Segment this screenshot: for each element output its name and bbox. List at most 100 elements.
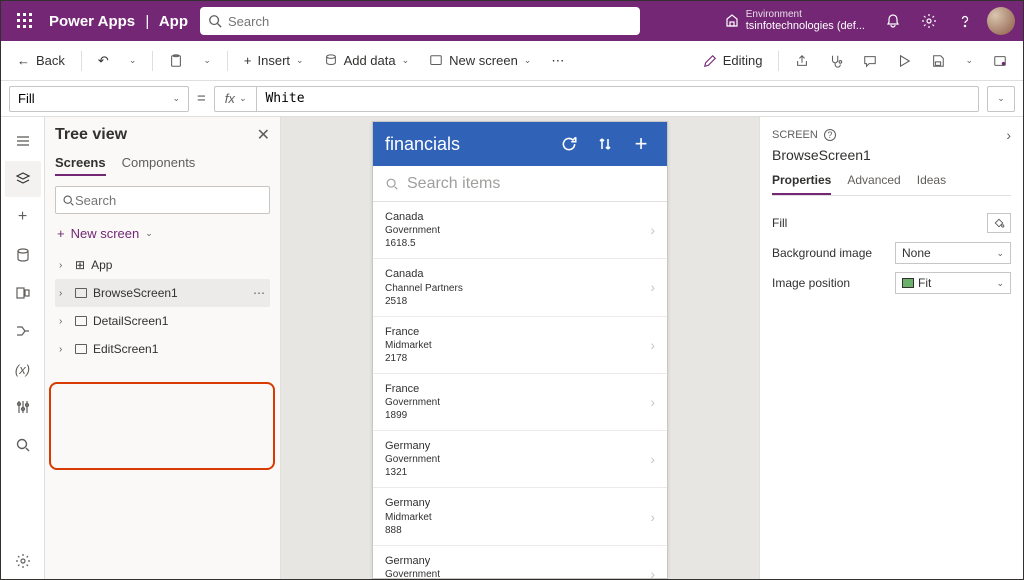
prop-fill-label: Fill [772, 216, 987, 230]
global-search-input[interactable] [228, 14, 632, 29]
more-icon: ⋯ [551, 53, 564, 69]
gear-icon [15, 553, 31, 569]
more-icon[interactable]: ⋯ [253, 286, 266, 300]
fx-label[interactable]: fx⌄ [215, 87, 258, 111]
screen-icon [75, 316, 87, 326]
undo-button[interactable]: ↶ [90, 45, 117, 77]
chevron-right-icon: › [59, 288, 69, 299]
rail-data[interactable] [5, 237, 41, 273]
checker-button[interactable] [821, 45, 851, 77]
help-button[interactable] [947, 1, 983, 41]
notifications-button[interactable] [875, 1, 911, 41]
undo-split-button[interactable]: ⌄ [121, 45, 145, 77]
formula-expand-button[interactable]: ⌄ [987, 86, 1015, 112]
tree-search[interactable] [55, 186, 270, 214]
tree-item-screen[interactable]: ›DetailScreen1 [55, 307, 270, 335]
prop-bg-dropdown[interactable]: None ⌄ [895, 242, 1011, 264]
share-button[interactable] [787, 45, 817, 77]
props-expand-chevron[interactable]: › [1006, 127, 1011, 143]
paste-split-button[interactable]: ⌄ [195, 45, 219, 77]
props-tab-properties[interactable]: Properties [772, 173, 831, 195]
sort-button[interactable] [591, 136, 619, 152]
list-item-subtitle: Midmarket [385, 511, 432, 524]
tree-item-screen[interactable]: ›EditScreen1 [55, 335, 270, 363]
rail-media[interactable] [5, 275, 41, 311]
save-split-button[interactable]: ⌄ [957, 45, 981, 77]
chevron-right-icon: › [59, 344, 69, 355]
prop-fill-picker[interactable] [987, 213, 1011, 233]
preview-search[interactable]: Search items [373, 166, 667, 202]
environment-name: tsinfotechnologies (def... [746, 20, 865, 32]
property-selector[interactable]: Fill ⌄ [9, 86, 189, 112]
back-label: Back [36, 53, 65, 68]
preview-list: CanadaGovernment1618.5›CanadaChannel Par… [373, 202, 667, 578]
info-icon[interactable]: ? [824, 129, 836, 141]
chevron-down-icon: ⌄ [997, 93, 1005, 104]
pencil-icon [703, 54, 717, 68]
properties-panel: SCREEN ? › BrowseScreen1 Properties Adva… [759, 117, 1023, 579]
save-button[interactable] [923, 45, 953, 77]
settings-button[interactable] [911, 1, 947, 41]
tree-close-button[interactable]: ✕ [257, 125, 270, 145]
prop-pos-dropdown[interactable]: Fit ⌄ [895, 272, 1011, 294]
tab-screens[interactable]: Screens [55, 155, 106, 176]
tree-item-screen[interactable]: ›BrowseScreen1⋯ [55, 279, 270, 307]
list-item-value: 1618.5 [385, 237, 440, 250]
preview-header: financials + [373, 122, 667, 166]
props-tab-advanced[interactable]: Advanced [847, 173, 900, 195]
tab-components[interactable]: Components [122, 155, 196, 176]
list-item-subtitle: Government [385, 224, 440, 237]
list-item[interactable]: FranceGovernment1899› [373, 374, 667, 431]
list-item[interactable]: GermanyGovernment1321› [373, 431, 667, 488]
tree-item-app[interactable]: › ⊞ App [55, 251, 270, 279]
list-item[interactable]: GermanyMidmarket888› [373, 488, 667, 545]
insert-button[interactable]: + Insert ⌄ [236, 45, 312, 77]
rail-tree-view[interactable] [5, 161, 41, 197]
publish-button[interactable] [985, 45, 1015, 77]
chevron-right-icon: › [59, 316, 69, 327]
editing-mode-button[interactable]: Editing [695, 45, 771, 77]
environment-picker[interactable]: Environment tsinfotechnologies (def... [714, 9, 875, 32]
list-item-title: Germany [385, 496, 432, 510]
back-button[interactable]: ← Back [9, 45, 73, 77]
list-item[interactable]: FranceMidmarket2178› [373, 317, 667, 374]
canvas[interactable]: financials + Search items CanadaGovernme… [281, 117, 759, 579]
user-avatar[interactable] [987, 7, 1015, 35]
rail-settings[interactable] [5, 543, 41, 579]
global-search[interactable] [200, 7, 640, 35]
comments-button[interactable] [855, 45, 885, 77]
search-icon [62, 194, 75, 207]
chevron-right-icon: › [650, 222, 655, 238]
new-screen-cmd-button[interactable]: New screen ⌄ [421, 45, 539, 77]
tree-search-input[interactable] [75, 193, 263, 208]
back-arrow-icon: ← [17, 53, 30, 68]
list-item[interactable]: CanadaChannel Partners2518› [373, 259, 667, 316]
new-screen-label: New screen [71, 226, 140, 241]
paste-button[interactable] [161, 45, 191, 77]
rail-search[interactable] [5, 427, 41, 463]
play-icon [897, 54, 911, 68]
sort-icon [597, 136, 613, 152]
add-data-button[interactable]: Add data ⌄ [316, 45, 418, 77]
rail-variables[interactable]: (x) [5, 351, 41, 387]
overflow-button[interactable]: ⋯ [543, 45, 572, 77]
props-tab-ideas[interactable]: Ideas [917, 173, 946, 195]
rail-power-automate[interactable] [5, 313, 41, 349]
chevron-down-icon: ⌄ [239, 93, 247, 104]
formula-input[interactable] [257, 91, 978, 106]
rail-insert[interactable]: + [5, 199, 41, 235]
chevron-right-icon: › [650, 509, 655, 525]
gear-icon [921, 13, 937, 29]
waffle-icon[interactable] [9, 5, 41, 37]
list-item[interactable]: GermanyGovernment1513› [373, 546, 667, 578]
rail-advanced-tools[interactable] [5, 389, 41, 425]
refresh-button[interactable] [555, 135, 583, 153]
rail-hamburger[interactable] [5, 123, 41, 159]
plus-icon: + [635, 131, 648, 157]
add-button[interactable]: + [627, 131, 655, 157]
list-item[interactable]: CanadaGovernment1618.5› [373, 202, 667, 259]
list-item-subtitle: Midmarket [385, 339, 432, 352]
preview-button[interactable] [889, 45, 919, 77]
share-icon [795, 54, 809, 68]
new-screen-button[interactable]: + New screen ⌄ [55, 222, 270, 245]
